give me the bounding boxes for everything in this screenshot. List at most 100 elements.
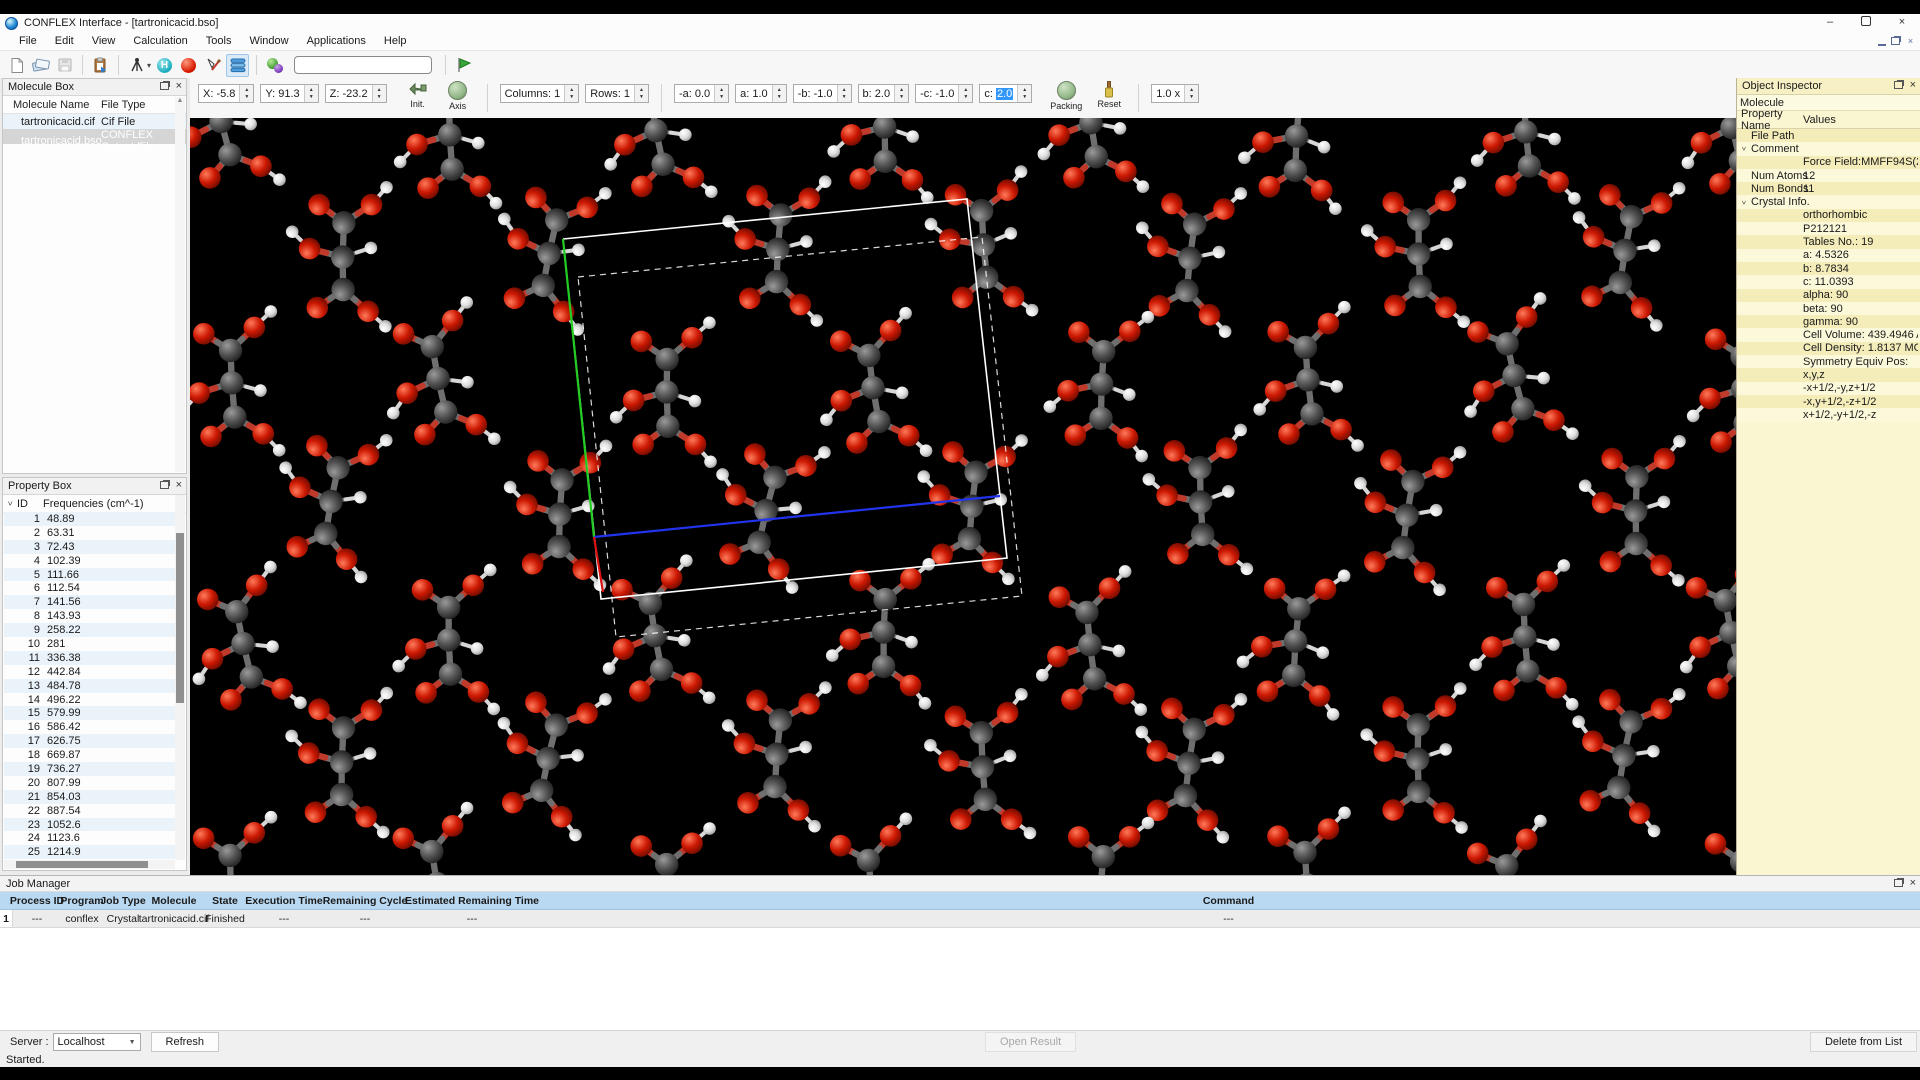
inspector-row[interactable]: x,y,z: [1737, 368, 1920, 381]
float-panel-icon[interactable]: [1894, 879, 1903, 887]
frequency-row[interactable]: 148.89: [4, 512, 175, 526]
inspector-row[interactable]: -x+1/2,-y,z+1/2: [1737, 382, 1920, 395]
frequency-row[interactable]: 13484.78: [4, 679, 175, 693]
spinner-buttons[interactable]: ▲▼: [772, 85, 786, 102]
float-panel-icon[interactable]: [160, 481, 169, 489]
inspector-row[interactable]: b: 8.7834: [1737, 262, 1920, 275]
menu-file[interactable]: File: [10, 35, 46, 47]
inspector-row[interactable]: Tables No.: 19: [1737, 235, 1920, 248]
close-panel-icon[interactable]: ×: [176, 480, 182, 490]
structure-tool-button[interactable]: [126, 55, 147, 76]
frequency-row[interactable]: 5111.66: [4, 568, 175, 582]
close-button[interactable]: ×: [1884, 14, 1920, 32]
menu-edit[interactable]: Edit: [46, 35, 83, 47]
frequency-row[interactable]: 18669.87: [4, 748, 175, 762]
menu-tools[interactable]: Tools: [197, 35, 241, 47]
inspector-row[interactable]: Cell Volume: 439.4946 AN...: [1737, 328, 1920, 341]
viewport-canvas[interactable]: [190, 118, 1737, 875]
spinner-buttons[interactable]: ▲▼: [958, 85, 972, 102]
structure-tool-dropdown-icon[interactable]: ▾: [147, 61, 151, 70]
frequency-row[interactable]: 9258.22: [4, 623, 175, 637]
refresh-button[interactable]: Refresh: [151, 1032, 220, 1052]
chevron-down-icon[interactable]: >: [1740, 143, 1747, 155]
frequency-row[interactable]: 21854.03: [4, 790, 175, 804]
frequency-row[interactable]: 10281: [4, 637, 175, 651]
frequency-row[interactable]: 4102.39: [4, 554, 175, 568]
neg-b-spinbox[interactable]: -b: -1.0▲▼: [793, 84, 852, 103]
float-panel-icon[interactable]: [160, 82, 169, 90]
float-panel-icon[interactable]: [1894, 81, 1903, 89]
mdi-minimize-icon[interactable]: [1878, 37, 1886, 46]
inspector-row[interactable]: >Comment: [1737, 142, 1920, 155]
property-box-hscrollbar[interactable]: [4, 860, 175, 869]
spinner-buttons[interactable]: ▲▼: [634, 85, 648, 102]
columns-spinbox[interactable]: Columns: 1▲▼: [500, 84, 580, 103]
chevron-down-icon[interactable]: >: [1740, 196, 1747, 208]
scrollbar-thumb[interactable]: [16, 861, 148, 868]
molecule-row[interactable]: tartronicacid.cifCif File: [3, 114, 186, 129]
reset-button[interactable]: Reset: [1092, 81, 1126, 109]
frequency-row[interactable]: 12442.84: [4, 665, 175, 679]
frequency-row[interactable]: 241123.6: [4, 831, 175, 845]
rows-spinbox[interactable]: Rows: 1▲▼: [585, 84, 649, 103]
property-box-vscrollbar[interactable]: [175, 495, 185, 860]
scrollbar-thumb[interactable]: [176, 533, 184, 703]
inspector-row[interactable]: Symmetry Equiv Pos:: [1737, 355, 1920, 368]
z-rotation-spinbox[interactable]: Z: -23.2▲▼: [325, 84, 387, 103]
y-rotation-spinbox[interactable]: Y: 91.3▲▼: [260, 84, 318, 103]
spinner-buttons[interactable]: ▲▼: [304, 85, 318, 102]
close-panel-icon[interactable]: ×: [176, 81, 182, 91]
chevron-down-icon[interactable]: >: [6, 497, 15, 511]
spinner-buttons[interactable]: ▲▼: [837, 85, 851, 102]
zoom-spinbox[interactable]: 1.0 x▲▼: [1151, 84, 1199, 103]
neg-c-spinbox[interactable]: -c: -1.0▲▼: [915, 84, 973, 103]
paste-button[interactable]: [90, 55, 111, 76]
run-job-button[interactable]: [453, 55, 474, 76]
inspector-row[interactable]: Num Bonds11: [1737, 182, 1920, 195]
inspector-row[interactable]: beta: 90: [1737, 302, 1920, 315]
inspector-row[interactable]: Num Atoms12: [1737, 169, 1920, 182]
molecule-box-scrollbar[interactable]: ▲: [175, 97, 185, 472]
init-view-button[interactable]: Init.: [401, 81, 435, 109]
frequency-row[interactable]: 372.43: [4, 540, 175, 554]
b-spinbox[interactable]: b: 2.0▲▼: [858, 84, 910, 103]
display-list-button[interactable]: [226, 54, 249, 77]
inspector-row[interactable]: orthorhombic: [1737, 209, 1920, 222]
toolbar-search-input[interactable]: [294, 56, 432, 74]
menu-applications[interactable]: Applications: [298, 35, 375, 47]
mdi-restore-icon[interactable]: [1891, 37, 1900, 45]
axis-toggle-button[interactable]: Axis: [441, 81, 475, 111]
menu-window[interactable]: Window: [240, 35, 297, 47]
open-file-button[interactable]: [30, 55, 51, 76]
spinner-buttons[interactable]: ▲▼: [239, 85, 253, 102]
frequency-row[interactable]: 14496.22: [4, 693, 175, 707]
close-panel-icon[interactable]: ×: [1910, 878, 1916, 888]
packing-button[interactable]: Packing: [1046, 81, 1086, 111]
frequency-row[interactable]: 263.31: [4, 526, 175, 540]
spinner-buttons[interactable]: ▲▼: [1017, 85, 1031, 102]
menu-help[interactable]: Help: [375, 35, 416, 47]
molecule-row[interactable]: tartronicacid.bsoCONFLEX Output File: [3, 129, 186, 144]
inspector-row[interactable]: Cell Density: 1.8137 MG/M...: [1737, 342, 1920, 355]
molecule-view-button[interactable]: [264, 55, 285, 76]
maximize-button[interactable]: [1848, 14, 1884, 32]
frequency-row[interactable]: 251214.9: [4, 845, 175, 859]
neg-a-spinbox[interactable]: -a: 0.0▲▼: [674, 84, 729, 103]
mdi-close-icon[interactable]: ×: [1905, 36, 1916, 46]
spinner-buttons[interactable]: ▲▼: [1184, 85, 1198, 102]
spinner-buttons[interactable]: ▲▼: [372, 85, 386, 102]
open-result-button[interactable]: Open Result: [985, 1032, 1076, 1052]
menu-calculation[interactable]: Calculation: [124, 35, 196, 47]
inspector-row[interactable]: -x,y+1/2,-z+1/2: [1737, 395, 1920, 408]
frequency-row[interactable]: 15579.99: [4, 706, 175, 720]
frequency-row[interactable]: 17626.75: [4, 734, 175, 748]
minimize-button[interactable]: –: [1812, 14, 1848, 32]
inspector-row[interactable]: x+1/2,-y+1/2,-z: [1737, 408, 1920, 421]
frequency-row[interactable]: 7141.56: [4, 595, 175, 609]
frequency-row[interactable]: 11336.38: [4, 651, 175, 665]
oxygen-atom-button[interactable]: [178, 55, 199, 76]
server-select[interactable]: Localhost ▼: [53, 1033, 141, 1051]
frequency-row[interactable]: 22887.54: [4, 804, 175, 818]
c-spinbox[interactable]: c: 2.0▲▼: [979, 84, 1032, 103]
inspector-row[interactable]: alpha: 90: [1737, 289, 1920, 302]
